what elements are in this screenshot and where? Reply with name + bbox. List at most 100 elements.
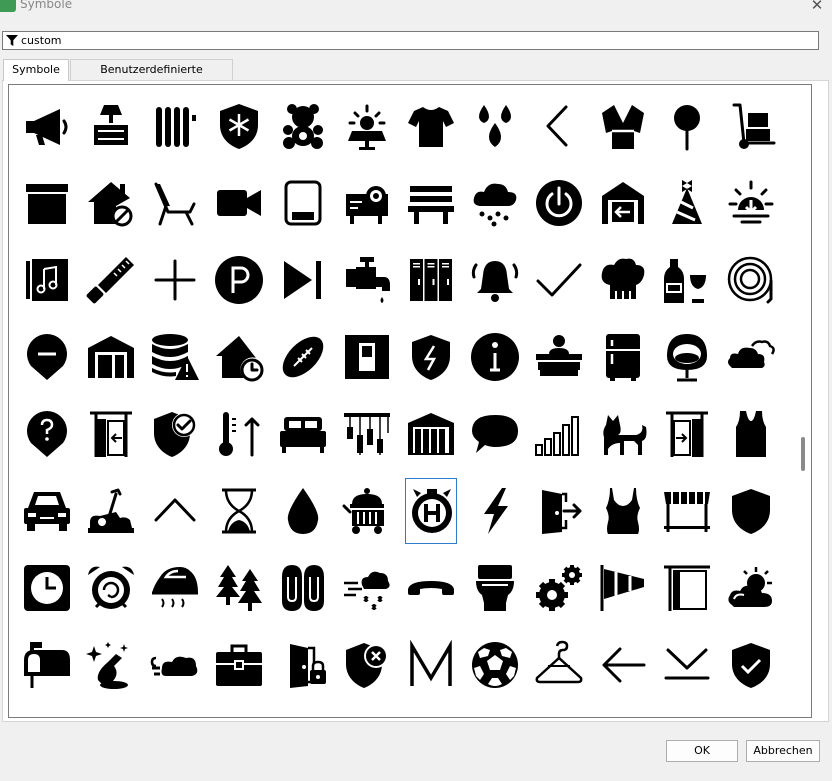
symbol-cell[interactable]	[213, 555, 265, 621]
symbol-cell[interactable]	[21, 555, 73, 621]
symbol-cell[interactable]	[469, 632, 521, 698]
symbol-cell[interactable]	[213, 170, 265, 236]
symbol-cell[interactable]	[725, 555, 777, 621]
symbol-cell[interactable]	[277, 324, 329, 390]
symbol-cell[interactable]	[405, 632, 457, 698]
symbol-cell[interactable]	[405, 555, 457, 621]
symbol-cell[interactable]	[469, 170, 521, 236]
symbol-cell[interactable]	[405, 324, 457, 390]
symbol-cell[interactable]	[85, 555, 137, 621]
symbol-cell[interactable]	[341, 247, 393, 313]
symbol-cell[interactable]	[341, 170, 393, 236]
symbol-cell[interactable]	[149, 632, 201, 698]
symbol-cell[interactable]	[277, 247, 329, 313]
symbol-cell[interactable]	[213, 478, 265, 544]
symbol-cell[interactable]	[405, 93, 457, 159]
filter-box[interactable]	[2, 31, 819, 50]
symbol-cell[interactable]	[405, 170, 457, 236]
symbol-cell[interactable]	[533, 632, 585, 698]
symbol-cell[interactable]	[725, 478, 777, 544]
symbol-cell[interactable]	[277, 93, 329, 159]
symbol-cell[interactable]	[85, 93, 137, 159]
symbol-cell[interactable]	[661, 247, 713, 313]
symbol-cell[interactable]	[661, 170, 713, 236]
tab-custom-symbols[interactable]: Benutzerdefinierte Symbole	[70, 59, 233, 96]
symbol-cell[interactable]	[341, 632, 393, 698]
symbol-cell[interactable]	[661, 324, 713, 390]
symbol-cell[interactable]	[405, 478, 457, 544]
symbol-cell[interactable]	[469, 478, 521, 544]
symbol-cell[interactable]	[725, 401, 777, 467]
symbol-cell[interactable]	[725, 93, 777, 159]
symbol-cell[interactable]	[533, 93, 585, 159]
symbol-cell[interactable]	[469, 401, 521, 467]
symbol-cell[interactable]	[85, 478, 137, 544]
symbol-cell[interactable]	[213, 247, 265, 313]
symbol-cell[interactable]	[661, 478, 713, 544]
symbol-cell[interactable]	[533, 401, 585, 467]
symbol-cell[interactable]	[85, 401, 137, 467]
symbol-cell[interactable]	[469, 324, 521, 390]
symbol-cell[interactable]	[149, 170, 201, 236]
symbol-cell[interactable]	[21, 401, 73, 467]
symbol-cell[interactable]	[85, 632, 137, 698]
symbol-cell[interactable]	[597, 632, 649, 698]
symbol-cell[interactable]	[149, 324, 201, 390]
symbol-cell[interactable]	[533, 247, 585, 313]
symbol-cell[interactable]	[85, 247, 137, 313]
symbol-cell[interactable]	[341, 93, 393, 159]
symbol-cell[interactable]	[597, 93, 649, 159]
symbol-cell[interactable]	[149, 555, 201, 621]
symbol-cell[interactable]	[725, 247, 777, 313]
symbol-cell[interactable]	[277, 478, 329, 544]
symbol-cell[interactable]	[277, 401, 329, 467]
symbol-grid[interactable]	[8, 84, 812, 718]
symbol-cell[interactable]	[597, 478, 649, 544]
symbol-cell[interactable]	[277, 555, 329, 621]
symbol-cell[interactable]	[661, 93, 713, 159]
symbol-cell[interactable]	[725, 170, 777, 236]
symbol-cell[interactable]	[341, 478, 393, 544]
tab-symbols[interactable]: Symbole	[3, 59, 69, 81]
symbol-cell[interactable]	[597, 247, 649, 313]
symbol-cell[interactable]	[21, 93, 73, 159]
symbol-cell[interactable]	[661, 632, 713, 698]
symbol-cell[interactable]	[725, 324, 777, 390]
symbol-cell[interactable]	[149, 478, 201, 544]
filter-input[interactable]	[21, 32, 811, 49]
symbol-cell[interactable]	[597, 170, 649, 236]
symbol-cell[interactable]	[533, 478, 585, 544]
scrollbar[interactable]	[796, 86, 810, 716]
symbol-cell[interactable]	[21, 324, 73, 390]
symbol-cell[interactable]	[341, 324, 393, 390]
symbol-cell[interactable]	[597, 324, 649, 390]
ok-button[interactable]: OK	[666, 740, 738, 762]
symbol-cell[interactable]	[149, 247, 201, 313]
symbol-cell[interactable]	[21, 632, 73, 698]
symbol-cell[interactable]	[213, 632, 265, 698]
symbol-cell[interactable]	[661, 555, 713, 621]
symbol-cell[interactable]	[469, 93, 521, 159]
symbol-cell[interactable]	[597, 555, 649, 621]
symbol-cell[interactable]	[533, 324, 585, 390]
symbol-cell[interactable]	[469, 247, 521, 313]
cancel-button[interactable]: Abbrechen	[746, 740, 820, 762]
symbol-cell[interactable]	[85, 170, 137, 236]
symbol-cell[interactable]	[341, 555, 393, 621]
symbol-cell[interactable]	[469, 555, 521, 621]
symbol-cell[interactable]	[405, 247, 457, 313]
symbol-cell[interactable]	[533, 555, 585, 621]
symbol-cell[interactable]	[533, 170, 585, 236]
symbol-cell[interactable]	[725, 632, 777, 698]
symbol-cell[interactable]	[277, 632, 329, 698]
symbol-cell[interactable]	[21, 478, 73, 544]
symbol-cell[interactable]	[21, 170, 73, 236]
symbol-cell[interactable]	[149, 93, 201, 159]
scrollbar-thumb[interactable]	[801, 437, 805, 471]
symbol-cell[interactable]	[341, 401, 393, 467]
symbol-cell[interactable]	[277, 170, 329, 236]
symbol-cell[interactable]	[661, 401, 713, 467]
symbol-cell[interactable]	[405, 401, 457, 467]
symbol-cell[interactable]	[85, 324, 137, 390]
symbol-cell[interactable]	[21, 247, 73, 313]
